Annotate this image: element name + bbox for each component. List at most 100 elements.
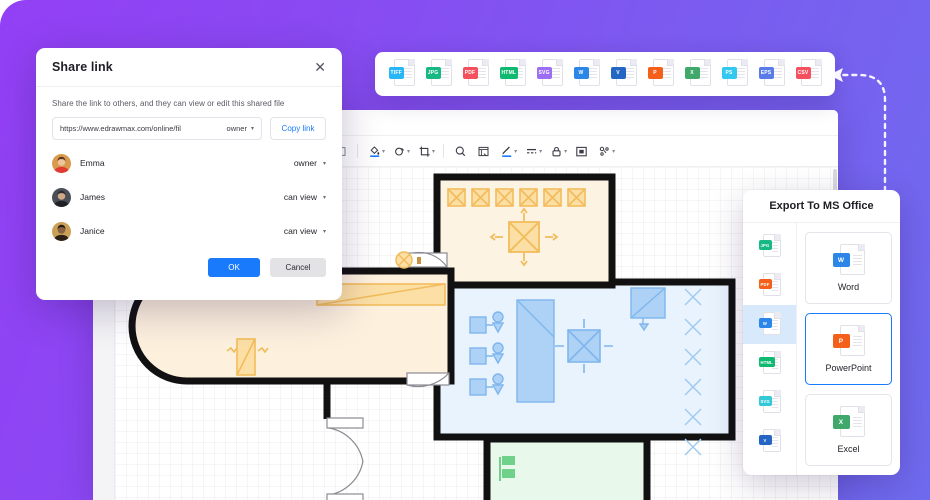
copy-link-button[interactable]: Copy link	[270, 117, 326, 140]
file-fold-corner	[407, 59, 415, 66]
toolbar-divider	[443, 144, 445, 158]
file-format-label: SVG	[758, 396, 772, 406]
file-icon-tiff[interactable]: TIFF	[388, 59, 415, 89]
ok-button[interactable]: OK	[208, 258, 260, 277]
file-lines	[771, 398, 778, 410]
file-icon-x[interactable]: X	[684, 59, 711, 89]
share-link-row: https://www.edrawmax.com/online/fil owne…	[36, 117, 342, 140]
file-format-label: HTML	[499, 67, 519, 79]
file-lines	[477, 68, 486, 80]
export-card-label: Word	[837, 282, 860, 292]
file-icon-ps[interactable]: PS	[721, 59, 748, 89]
file-icon-w[interactable]: W	[758, 312, 781, 337]
share-person-name: Emma	[80, 158, 105, 168]
chevron-down-icon[interactable]: ▾	[251, 125, 254, 132]
share-person-role-label: can view	[283, 192, 317, 202]
file-icon-svg[interactable]: SVG	[758, 390, 781, 415]
file-icon-w[interactable]: W	[832, 244, 865, 278]
share-person-role-dropdown[interactable]: owner ▾	[294, 158, 326, 168]
file-fold-corner	[666, 59, 674, 66]
file-lines	[852, 336, 862, 348]
lock-caret-icon[interactable]: ▾	[564, 148, 567, 155]
share-link-input[interactable]: https://www.edrawmax.com/online/fil	[60, 124, 223, 133]
export-rail-item-v[interactable]: V	[743, 422, 796, 461]
file-icon-jpg[interactable]: JPG	[758, 234, 781, 259]
file-lines	[588, 68, 597, 80]
share-dialog-actions: OK Cancel	[36, 248, 342, 277]
blue-partition-panel	[516, 299, 555, 403]
file-icon-html[interactable]: HTML	[499, 59, 526, 89]
zoom-icon[interactable]	[449, 140, 472, 163]
chevron-down-icon[interactable]: ▾	[323, 228, 326, 235]
export-format-rail: JPG PDF W HTML SVG V	[743, 223, 797, 475]
export-rail-item-html[interactable]: HTML	[743, 344, 796, 383]
page-setup-icon[interactable]	[472, 140, 495, 163]
share-person-role-dropdown[interactable]: can view ▾	[284, 226, 326, 236]
export-card-powerpoint[interactable]: P PowerPoint	[805, 313, 892, 385]
shadow-icon[interactable]	[570, 140, 593, 163]
share-link-permission-label[interactable]: owner	[227, 124, 247, 133]
file-icon-eps[interactable]: EPS	[758, 59, 785, 89]
cancel-button[interactable]: Cancel	[270, 258, 326, 277]
file-format-label: X	[832, 415, 850, 429]
file-lines	[773, 68, 782, 80]
close-icon[interactable]: ✕	[314, 60, 326, 74]
export-rail-item-w[interactable]: W	[743, 305, 796, 344]
file-lines	[771, 320, 778, 332]
file-icon-w[interactable]: W	[573, 59, 600, 89]
file-icon-jpg[interactable]: JPG	[425, 59, 452, 89]
file-fold-corner	[592, 59, 600, 66]
file-fold-corner	[703, 59, 711, 66]
share-person-row: Janice can view ▾	[52, 214, 326, 248]
fill-color-caret-icon[interactable]: ▾	[382, 148, 385, 155]
avatar-emma	[52, 153, 71, 173]
export-panel-title: Export To MS Office	[743, 190, 900, 223]
share-person-row: Emma owner ▾	[52, 146, 326, 180]
chevron-down-icon[interactable]: ▾	[323, 160, 326, 167]
export-to-ms-office-panel: Export To MS Office JPG PDF W HTML SVG V W Wor…	[743, 190, 900, 475]
file-format-label: W	[832, 253, 850, 267]
file-icon-p[interactable]: P	[647, 59, 674, 89]
shape-style-caret-icon[interactable]: ▾	[407, 148, 410, 155]
file-icon-pdf[interactable]: PDF	[758, 273, 781, 298]
door-symbol-right	[406, 372, 450, 388]
file-fold-corner	[740, 59, 748, 66]
file-icon-csv[interactable]: CSV	[795, 59, 822, 89]
export-rail-item-svg[interactable]: SVG	[743, 383, 796, 422]
file-format-label: PDF	[462, 67, 478, 79]
line-style-caret-icon[interactable]: ▾	[539, 148, 542, 155]
file-icon-pdf[interactable]: PDF	[462, 59, 489, 89]
file-format-label: EPS	[758, 67, 774, 79]
export-card-label: PowerPoint	[825, 363, 872, 373]
file-format-label: P	[832, 334, 850, 348]
export-card-word[interactable]: W Word	[805, 232, 892, 304]
file-format-label: SVG	[536, 67, 552, 79]
export-rail-item-jpg[interactable]: JPG	[743, 227, 796, 266]
file-icon-html[interactable]: HTML	[758, 351, 781, 376]
share-person-role-dropdown[interactable]: can view ▾	[284, 192, 326, 202]
file-lines	[771, 281, 778, 293]
file-icon-v[interactable]: V	[758, 429, 781, 454]
file-icon-p[interactable]: P	[832, 325, 865, 359]
line-color-caret-icon[interactable]: ▾	[514, 148, 517, 155]
file-icon-svg[interactable]: SVG	[536, 59, 563, 89]
file-lines	[852, 255, 862, 267]
file-lines	[662, 68, 671, 80]
share-dialog-title: Share link	[52, 60, 113, 74]
chevron-down-icon[interactable]: ▾	[323, 194, 326, 201]
export-rail-item-pdf[interactable]: PDF	[743, 266, 796, 305]
group-caret-icon[interactable]: ▾	[612, 148, 615, 155]
green-fixture	[499, 456, 515, 481]
export-card-excel[interactable]: X Excel	[805, 394, 892, 466]
double-door-bottom	[326, 417, 364, 500]
share-link-input-group[interactable]: https://www.edrawmax.com/online/fil owne…	[52, 117, 262, 140]
file-format-label: JPG	[758, 240, 772, 250]
file-icon-v[interactable]: V	[610, 59, 637, 89]
file-fold-corner	[773, 429, 781, 436]
share-person-row: James can view ▾	[52, 180, 326, 214]
file-icon-x[interactable]: X	[832, 406, 865, 440]
avatar-janice	[52, 221, 71, 241]
file-lines	[852, 417, 862, 429]
crop-caret-icon[interactable]: ▾	[432, 148, 435, 155]
file-format-label: W	[573, 67, 589, 79]
